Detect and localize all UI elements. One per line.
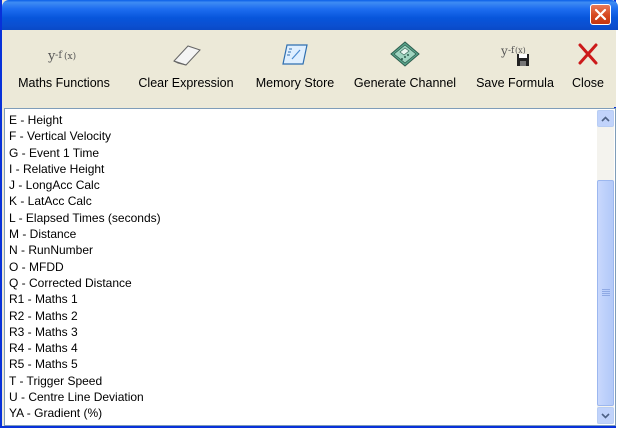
chevron-down-icon [601, 412, 610, 419]
memory-store-icon [248, 38, 342, 70]
close-red-x-icon [564, 38, 612, 70]
list-item[interactable]: I - Relative Height [9, 161, 589, 177]
toolbar: y -f (x) Maths Functions Clear Expressio… [4, 30, 616, 107]
memory-store-button[interactable]: Memory Store [248, 38, 342, 102]
clear-expression-label: Clear Expression [138, 76, 234, 90]
title-bar [2, 0, 618, 30]
chevron-up-icon [601, 115, 610, 122]
generate-channel-button[interactable]: Generate Channel [348, 38, 462, 102]
scroll-down-button[interactable] [597, 407, 614, 424]
thumb-grip [602, 291, 610, 292]
maths-functions-label: Maths Functions [18, 76, 110, 90]
list-item[interactable]: T - Trigger Speed [9, 373, 589, 389]
list-item[interactable]: R1 - Maths 1 [9, 291, 589, 307]
list-item[interactable]: R2 - Maths 2 [9, 308, 589, 324]
channel-list: E - Height F - Vertical Velocity G - Eve… [9, 112, 589, 422]
thumb-grip [602, 295, 610, 296]
list-item[interactable]: E - Height [9, 112, 589, 128]
generate-channel-label: Generate Channel [353, 76, 457, 90]
list-item[interactable]: R3 - Maths 3 [9, 324, 589, 340]
calculator-icon [348, 38, 462, 70]
thumb-grip [602, 293, 610, 294]
list-item[interactable]: U - Centre Line Deviation [9, 389, 589, 405]
list-item[interactable]: L - Elapsed Times (seconds) [9, 210, 589, 226]
list-item[interactable]: Q - Corrected Distance [9, 275, 589, 291]
vertical-scrollbar[interactable] [597, 110, 614, 424]
window-close-button[interactable] [590, 4, 611, 25]
svg-text:(x): (x) [515, 46, 526, 55]
list-item[interactable]: F - Vertical Velocity [9, 128, 589, 144]
close-icon [594, 8, 607, 21]
list-item[interactable]: J - LongAcc Calc [9, 177, 589, 193]
thumb-grip [602, 289, 610, 290]
list-item[interactable]: M - Distance [9, 226, 589, 242]
memory-store-label: Memory Store [255, 76, 335, 90]
list-item[interactable]: YA - Gradient (%) [9, 405, 589, 421]
eraser-icon [134, 38, 238, 70]
svg-text:(x): (x) [64, 51, 76, 62]
channel-list-box[interactable]: E - Height F - Vertical Velocity G - Eve… [4, 108, 616, 426]
svg-text:-f: -f [508, 46, 515, 56]
svg-text:y: y [500, 44, 508, 58]
maths-function-icon: y -f (x) [4, 38, 124, 70]
list-item[interactable]: K - LatAcc Calc [9, 193, 589, 209]
list-item[interactable]: R4 - Maths 4 [9, 340, 589, 356]
save-formula-button[interactable]: y -f (x) Save Formula [468, 38, 562, 102]
save-formula-label: Save Formula [476, 76, 554, 90]
close-button[interactable]: Close [564, 38, 612, 102]
list-item[interactable]: R5 - Maths 5 [9, 356, 589, 372]
scrollbar-thumb[interactable] [597, 180, 614, 406]
list-item[interactable]: N - RunNumber [9, 242, 589, 258]
list-item[interactable]: O - MFDD [9, 259, 589, 275]
maths-functions-button[interactable]: y -f (x) Maths Functions [4, 38, 124, 102]
scroll-up-button[interactable] [597, 110, 614, 127]
close-label: Close [572, 76, 604, 90]
list-item[interactable]: G - Event 1 Time [9, 145, 589, 161]
dialog-window: y -f (x) Maths Functions Clear Expressio… [0, 0, 618, 428]
save-formula-icon: y -f (x) [468, 38, 562, 70]
clear-expression-button[interactable]: Clear Expression [134, 38, 238, 102]
svg-text:-f: -f [55, 50, 63, 61]
